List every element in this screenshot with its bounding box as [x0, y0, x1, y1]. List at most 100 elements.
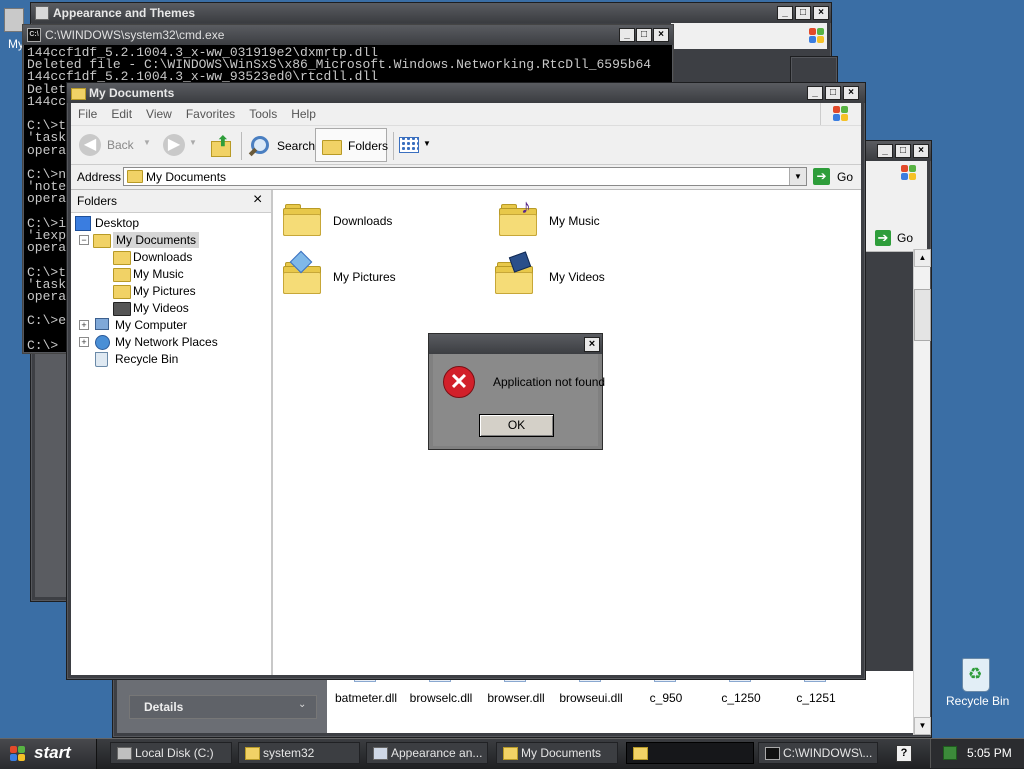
taskbar-button-cmd[interactable]: C:\WINDOWS\... [758, 742, 878, 764]
chevron-down-icon[interactable]: ⌄ [298, 699, 306, 710]
details-panel-header[interactable]: Details ⌄ [129, 695, 317, 719]
maximize-button[interactable]: □ [825, 86, 841, 100]
file-label: browselc.dll [409, 691, 473, 705]
taskbar-button-my-documents[interactable]: My Documents [496, 742, 618, 764]
taskbar-button-appearance[interactable]: Appearance an... [366, 742, 488, 764]
up-folder-button[interactable]: ⬆ [209, 133, 233, 159]
folders-label: Folders [348, 139, 389, 153]
back-arrow-icon: ◀ [79, 134, 101, 156]
minimize-button[interactable]: _ [807, 86, 823, 100]
folder-icon [93, 234, 111, 248]
network-icon [95, 335, 110, 350]
forward-button[interactable]: ▶ ▼ [163, 134, 199, 158]
desktop-recycle-bin[interactable]: ♻ Recycle Bin [944, 656, 1009, 710]
minimize-button[interactable]: _ [619, 28, 635, 42]
file-label: c_950 [649, 691, 683, 705]
clock: 5:05 PM [967, 746, 1012, 760]
close-icon[interactable]: × [253, 191, 262, 209]
menu-favorites[interactable]: Favorites [179, 103, 242, 125]
chevron-down-icon[interactable]: ▼ [189, 138, 197, 147]
menu-help[interactable]: Help [284, 103, 323, 125]
item-my-music[interactable]: ♪ My Music [499, 196, 659, 240]
close-button[interactable]: × [584, 337, 600, 352]
taskbar-button-label: system32 [263, 746, 315, 760]
pictures-folder-icon [113, 285, 131, 299]
item-my-pictures[interactable]: My Pictures [283, 250, 443, 298]
minimize-button[interactable]: _ [877, 144, 893, 158]
tree-label: Desktop [95, 216, 140, 230]
cmd-line: C:\> [27, 337, 59, 349]
network-tray-icon[interactable] [943, 746, 957, 760]
my-documents-titlebar[interactable]: My Documents _ □ × [67, 83, 865, 103]
recycle-bin-icon [95, 352, 108, 367]
tree-label: Recycle Bin [115, 352, 179, 366]
vertical-scrollbar[interactable]: ▲ ▼ [913, 249, 931, 735]
item-label: My Music [549, 214, 600, 228]
expand-toggle[interactable]: + [79, 320, 89, 330]
minimize-button[interactable]: _ [777, 6, 793, 20]
taskbar-button-active[interactable] [626, 742, 754, 764]
maximize-button[interactable]: □ [636, 28, 652, 42]
folders-pane-title: Folders [77, 194, 118, 208]
scroll-down-button[interactable]: ▼ [914, 717, 931, 735]
tree-label: Downloads [133, 250, 193, 264]
folder-icon [71, 88, 86, 100]
close-button[interactable]: × [843, 86, 859, 100]
tree-label: My Documents [113, 232, 200, 248]
appearance-titlebar[interactable]: Appearance and Themes _ □ × [31, 3, 831, 23]
cmd-line: opera [27, 240, 67, 256]
folder-icon [113, 251, 131, 265]
help-icon[interactable]: ? [896, 745, 912, 762]
go-button[interactable]: Go [897, 231, 913, 245]
menu-edit[interactable]: Edit [104, 103, 139, 125]
folder-icon [283, 204, 321, 236]
go-button[interactable]: Go [837, 170, 853, 184]
maximize-button[interactable]: □ [795, 6, 811, 20]
address-value: My Documents [146, 170, 227, 184]
item-label: My Pictures [333, 270, 396, 284]
windows-logo-icon [833, 106, 849, 122]
menu-view[interactable]: View [139, 103, 179, 125]
toolbar: ◀ Back ▼ ▶ ▼ ⬆ Search Folders ▼ [71, 126, 861, 165]
close-button[interactable]: × [813, 6, 829, 20]
folder-icon [127, 170, 143, 183]
menu-tools[interactable]: Tools [242, 103, 284, 125]
menu-file[interactable]: File [71, 103, 104, 125]
toolbar-separator [393, 132, 394, 160]
close-button[interactable]: × [653, 28, 669, 42]
file-label: c_1251 [796, 691, 836, 705]
taskbar-button-local-disk[interactable]: Local Disk (C:) [110, 742, 232, 764]
appearance-icon [373, 747, 388, 760]
windows-logo-icon [809, 28, 825, 44]
chevron-down-icon[interactable]: ▼ [423, 139, 431, 148]
item-my-videos[interactable]: My Videos [495, 251, 655, 298]
item-downloads[interactable]: Downloads [283, 200, 443, 240]
appearance-window-icon [35, 6, 49, 20]
go-arrow-icon[interactable]: ➔ [813, 168, 830, 185]
scroll-up-button[interactable]: ▲ [914, 249, 931, 267]
dialog-titlebar[interactable]: × [429, 334, 602, 354]
go-arrow-icon[interactable]: ➔ [875, 230, 891, 246]
close-button[interactable]: × [913, 144, 929, 158]
my-documents-title: My Documents [89, 86, 175, 100]
error-dialog[interactable]: × ✕ Application not found OK [428, 333, 605, 450]
chevron-down-icon[interactable]: ▼ [789, 168, 806, 185]
cmd-titlebar[interactable]: C:\ C:\WINDOWS\system32\cmd.exe _ □ × [23, 25, 673, 45]
scroll-thumb[interactable] [914, 289, 931, 341]
views-button[interactable]: ▼ [399, 136, 433, 156]
taskbar-button-label: Local Disk (C:) [135, 746, 214, 760]
search-button[interactable]: Search [247, 132, 315, 160]
folders-button[interactable]: Folders [315, 128, 389, 162]
ok-button[interactable]: OK [479, 414, 554, 437]
maximize-button[interactable]: □ [895, 144, 911, 158]
chevron-down-icon[interactable]: ▼ [143, 138, 151, 147]
windows-logo-icon [901, 165, 917, 181]
folders-pane-header: Folders × [71, 190, 271, 213]
expand-toggle[interactable]: + [79, 337, 89, 347]
taskbar-button-system32[interactable]: system32 [238, 742, 360, 764]
start-button[interactable]: start [0, 739, 97, 769]
back-button[interactable]: ◀ Back ▼ [79, 134, 153, 158]
cmd-icon: C:\ [27, 28, 41, 42]
address-input[interactable]: My Documents ▼ [123, 167, 807, 186]
collapse-toggle[interactable]: − [79, 235, 89, 245]
